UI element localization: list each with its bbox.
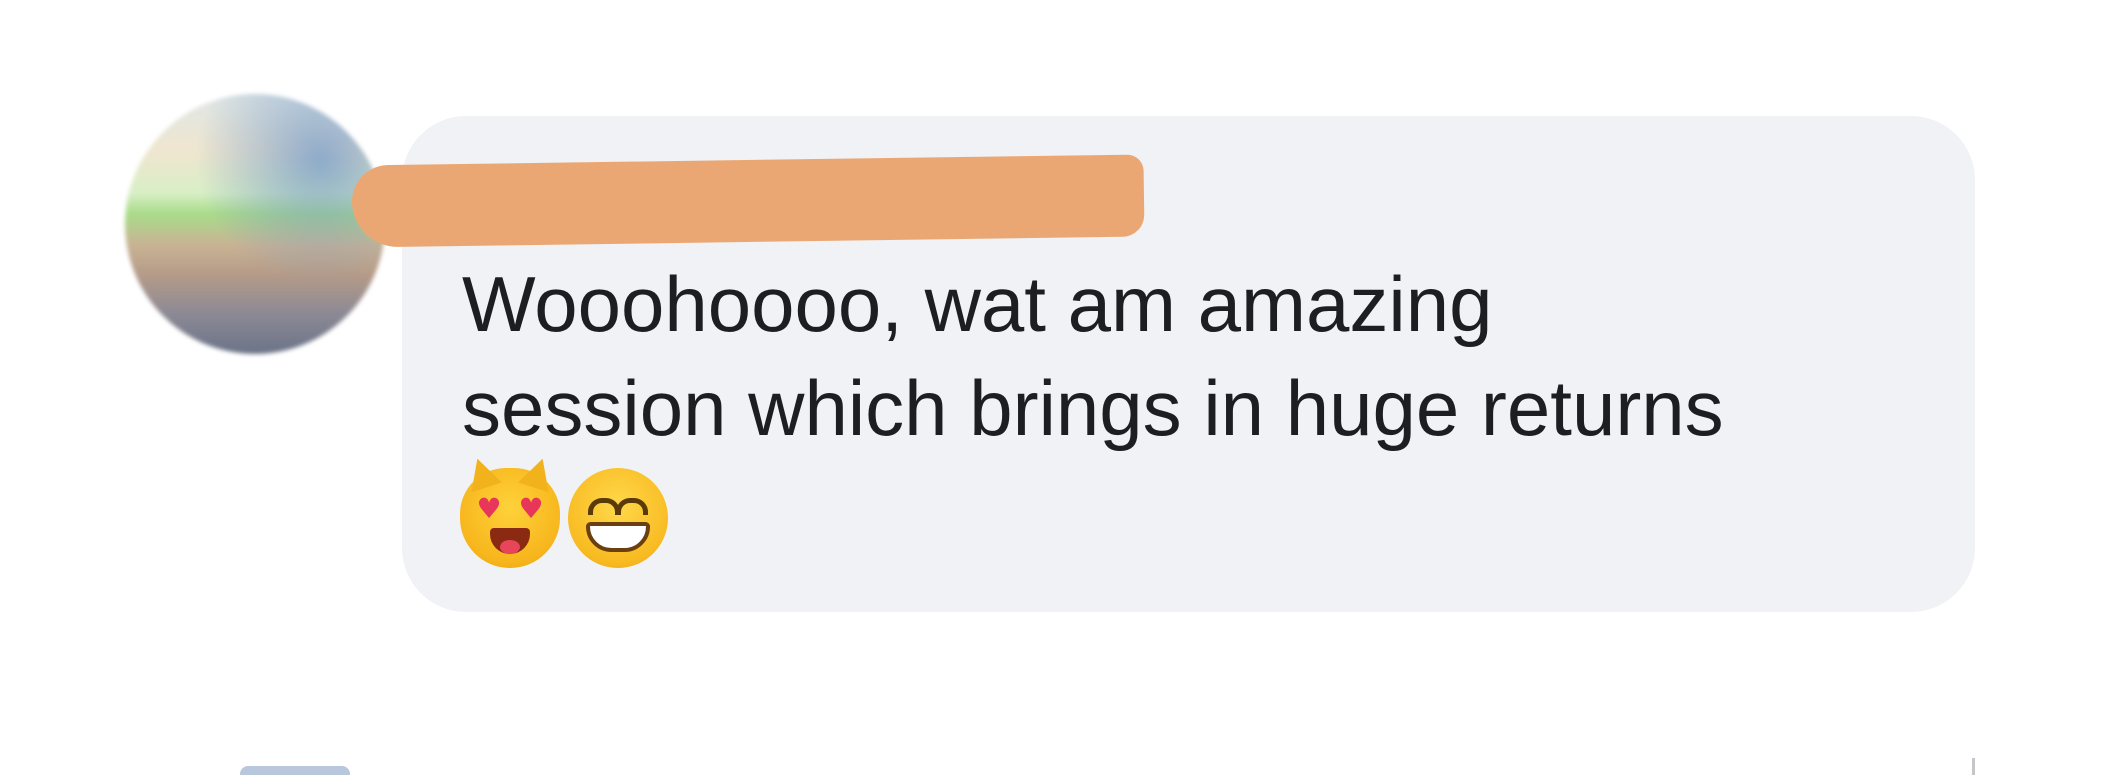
comment-text-line: Wooohoooo, wat am amazing [462,260,1493,348]
comment-text-line: session which brings in huge returns [462,364,1724,452]
smiling-cat-heart-eyes-icon: ♥ ♥ [460,453,560,568]
next-comment-avatar [240,766,350,775]
emoji-row: ♥ ♥ [460,453,668,578]
comment-thread: Wooohoooo, wat am amazing session which … [0,0,2101,775]
comment-text: Wooohoooo, wat am amazing session which … [462,252,1932,460]
avatar[interactable] [125,94,385,354]
redaction-mark [351,154,1145,248]
grinning-face-icon [568,468,668,568]
divider [1972,758,1975,775]
